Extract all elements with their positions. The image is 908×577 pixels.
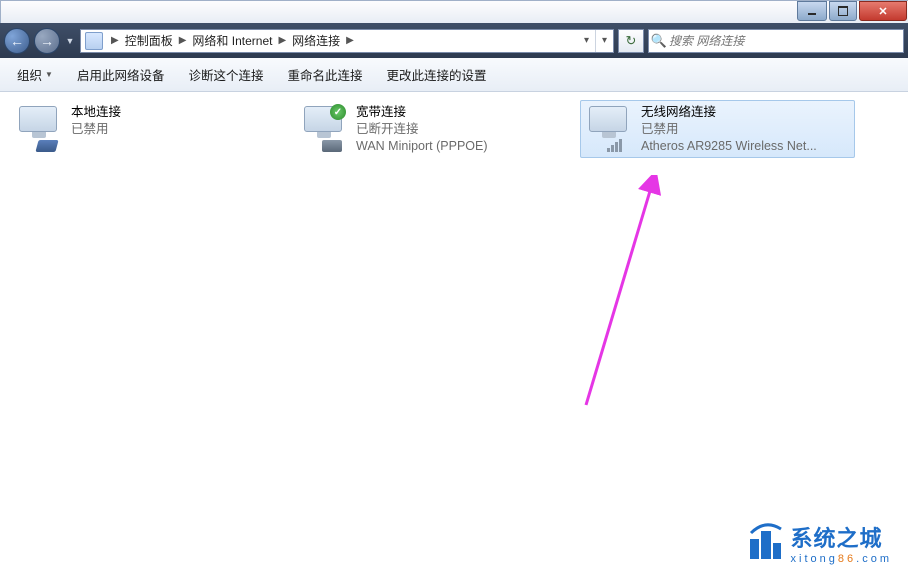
connection-detail: Atheros AR9285 Wireless Net... bbox=[641, 138, 850, 155]
chevron-right-icon: ▶ bbox=[342, 35, 358, 46]
modem-icon bbox=[322, 140, 342, 152]
connection-text: 宽带连接 已断开连接 WAN Miniport (PPPOE) bbox=[356, 104, 565, 155]
network-adapter-icon: ✓ bbox=[300, 104, 348, 152]
watermark-url: xitong86.com bbox=[791, 553, 893, 565]
chevron-right-icon: ▶ bbox=[175, 35, 191, 46]
watermark-text: 系统之城 xitong86.com bbox=[791, 521, 893, 565]
watermark-logo: 系统之城 xitong86.com bbox=[745, 521, 893, 565]
window-controls bbox=[796, 1, 908, 23]
organize-menu[interactable]: 组织 ▼ bbox=[6, 60, 64, 89]
rename-button[interactable]: 重命名此连接 bbox=[276, 60, 373, 89]
connections-pane: 本地连接 已禁用 ✓ 宽带连接 已断开连接 WAN Miniport (PPPO… bbox=[0, 92, 908, 166]
search-icon: 🔍 bbox=[649, 33, 669, 49]
chevron-right-icon: ▶ bbox=[107, 35, 123, 46]
status-ok-icon: ✓ bbox=[330, 104, 346, 120]
chevron-down-icon[interactable]: ▾ bbox=[578, 35, 595, 46]
enable-device-label: 启用此网络设备 bbox=[77, 65, 165, 84]
enable-device-button[interactable]: 启用此网络设备 bbox=[66, 60, 176, 89]
connection-detail: WAN Miniport (PPPOE) bbox=[356, 138, 565, 155]
history-dropdown[interactable]: ▼ bbox=[64, 36, 76, 46]
change-settings-label: 更改此连接的设置 bbox=[386, 65, 486, 84]
forward-button[interactable]: → bbox=[34, 28, 60, 54]
close-button[interactable] bbox=[859, 1, 907, 21]
back-button[interactable]: ← bbox=[4, 28, 30, 54]
connection-text: 本地连接 已禁用 bbox=[71, 104, 280, 138]
chevron-right-icon: ▶ bbox=[274, 35, 290, 46]
location-icon bbox=[85, 32, 103, 50]
connection-title: 无线网络连接 bbox=[641, 104, 850, 121]
connection-item-wireless[interactable]: 无线网络连接 已禁用 Atheros AR9285 Wireless Net..… bbox=[580, 100, 855, 158]
connection-status: 已断开连接 bbox=[356, 121, 565, 138]
breadcrumb-segment[interactable]: 网络和 Internet bbox=[190, 32, 274, 49]
diagnose-label: 诊断这个连接 bbox=[188, 65, 263, 84]
maximize-button[interactable] bbox=[829, 1, 857, 21]
breadcrumb-segment[interactable]: 控制面板 bbox=[123, 32, 175, 49]
connection-status: 已禁用 bbox=[641, 121, 850, 138]
breadcrumb-segment[interactable]: 网络连接 bbox=[290, 32, 342, 49]
connection-title: 本地连接 bbox=[71, 104, 280, 121]
annotation-arrow bbox=[578, 175, 668, 410]
ethernet-plug-icon bbox=[35, 140, 58, 152]
address-bar[interactable]: ▶ 控制面板 ▶ 网络和 Internet ▶ 网络连接 ▶ ▾ ▾ bbox=[80, 29, 614, 53]
network-adapter-icon bbox=[15, 104, 63, 152]
organize-label: 组织 bbox=[17, 65, 42, 84]
address-dropdown[interactable]: ▾ bbox=[595, 30, 613, 52]
connection-item-broadband[interactable]: ✓ 宽带连接 已断开连接 WAN Miniport (PPPOE) bbox=[295, 100, 570, 158]
watermark-title: 系统之城 bbox=[791, 521, 893, 553]
connection-item-local[interactable]: 本地连接 已禁用 bbox=[10, 100, 285, 158]
rename-label: 重命名此连接 bbox=[287, 65, 362, 84]
connection-title: 宽带连接 bbox=[356, 104, 565, 121]
chevron-down-icon: ▼ bbox=[45, 70, 53, 79]
window-titlebar bbox=[0, 0, 908, 23]
diagnose-button[interactable]: 诊断这个连接 bbox=[177, 60, 274, 89]
connection-text: 无线网络连接 已禁用 Atheros AR9285 Wireless Net..… bbox=[641, 104, 850, 155]
wifi-signal-icon bbox=[607, 138, 627, 152]
command-toolbar: 组织 ▼ 启用此网络设备 诊断这个连接 重命名此连接 更改此连接的设置 bbox=[0, 58, 908, 92]
search-box[interactable]: 🔍 bbox=[648, 29, 904, 53]
minimize-button[interactable] bbox=[797, 1, 827, 21]
change-settings-button[interactable]: 更改此连接的设置 bbox=[375, 60, 497, 89]
connection-status: 已禁用 bbox=[71, 121, 280, 138]
navigation-bar: ← → ▼ ▶ 控制面板 ▶ 网络和 Internet ▶ 网络连接 ▶ ▾ ▾… bbox=[0, 23, 908, 58]
search-input[interactable] bbox=[669, 34, 903, 48]
network-adapter-icon bbox=[585, 104, 633, 152]
refresh-button[interactable]: ↻ bbox=[618, 29, 644, 53]
watermark-icon bbox=[745, 523, 785, 563]
